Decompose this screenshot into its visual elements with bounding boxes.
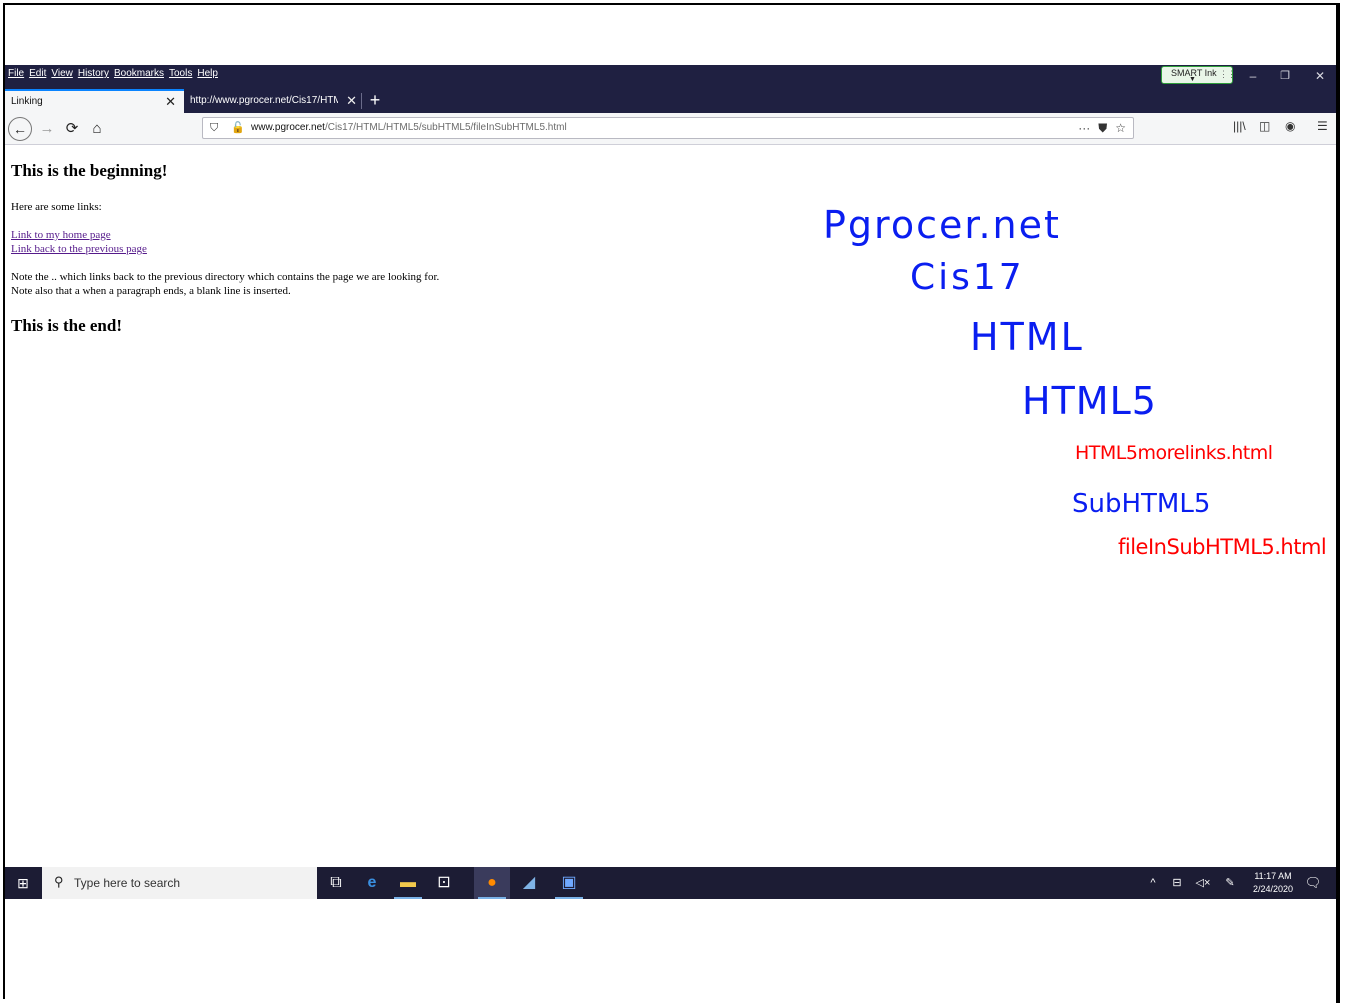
account-icon[interactable]: ◉ [1285,119,1295,133]
menu-view[interactable]: View [51,67,78,81]
close-tab-icon[interactable]: ✕ [165,91,176,113]
bookmark-star-icon[interactable]: ☆ [1115,118,1126,138]
frame-right-edge [1336,3,1340,1003]
ink-annotation-site: Pgrocer.net [823,203,1061,247]
smart-ink-toolbar[interactable]: SMART Ink ▼ ⋮⋮ [1161,66,1236,84]
search-placeholder: Type here to search [74,876,181,890]
home-icon[interactable]: ⌂ [86,118,108,140]
network-icon[interactable]: ⊟ [1166,867,1188,899]
ink-annotation-folder-html5: HTML5 [1022,379,1157,423]
tracking-shield-icon[interactable]: ⛉ [210,118,218,138]
chevron-up-icon[interactable]: ^ [1144,867,1162,899]
restore-button[interactable]: ❐ [1275,68,1295,84]
back-arrow-icon[interactable]: ← [8,117,32,141]
menu-file[interactable]: File [8,67,29,81]
taskbar-search-box[interactable]: ⚲ Type here to search [42,867,317,899]
close-window-button[interactable]: ✕ [1310,68,1330,84]
search-icon: ⚲ [54,874,64,889]
volume-icon[interactable]: ◁× [1192,867,1214,899]
forward-arrow-icon[interactable]: → [36,118,58,140]
menu-bookmarks[interactable]: Bookmarks [114,67,169,81]
address-bar[interactable]: ⛉ 🔓 www.pgrocer.net/Cis17/HTML/HTML5/sub… [202,117,1134,139]
note-line-1: Note the .. which links back to the prev… [11,271,440,283]
heading-beginning: This is the beginning! [11,161,168,180]
insecure-lock-icon[interactable]: 🔓 [231,118,245,138]
previous-page-link[interactable]: Link back to the previous page [11,243,147,255]
ink-annotation-file-insub: fileInSubHTML5.html [1118,535,1327,559]
sidebar-icon[interactable]: ◫ [1259,119,1270,133]
tab-linking[interactable]: Linking ✕ [5,89,184,113]
intro-text: Here are some links: [11,201,102,213]
firefox-window: File Edit View History Bookmarks Tools H… [5,65,1336,867]
notifications-icon[interactable]: 🗨 [1301,867,1325,899]
page-content: This is the beginning! Here are some lin… [5,145,1336,867]
windows-start-icon[interactable]: ⊞ [5,867,41,899]
store-icon[interactable]: ⊡ [426,867,462,899]
tab-strip: Linking ✕ http://www.pgrocer.net/Cis17/H… [5,89,1336,113]
clock-date: 2/24/2020 [1252,884,1294,894]
minimize-button[interactable]: – [1243,68,1263,84]
tab-divider [361,93,362,109]
navigation-toolbar: ← → ⟳ ⌂ ⛉ 🔓 www.pgrocer.net/Cis17/HTML/H… [5,113,1336,145]
smart-ink-app-icon[interactable]: ▣ [551,867,587,899]
close-tab-icon[interactable]: ✕ [346,89,357,113]
grip-icon[interactable]: ⋮⋮ [1219,69,1236,80]
windows-taskbar: ⊞ ⚲ Type here to search ⧉ e ▬ ⊡ ● ◢ ▣ ^ … [5,867,1336,899]
menu-history[interactable]: History [78,67,114,81]
reload-icon[interactable]: ⟳ [61,118,83,140]
home-page-link[interactable]: Link to my home page [11,229,111,241]
menu-bar: File Edit View History Bookmarks Tools H… [5,65,1336,89]
page-actions-icon[interactable]: ··· [1078,118,1090,138]
file-explorer-icon[interactable]: ▬ [390,867,426,899]
ink-annotation-file-morelinks: HTML5morelinks.html [1075,442,1273,464]
task-view-icon[interactable]: ⧉ [318,867,354,899]
hamburger-menu-icon[interactable]: ☰ [1317,119,1328,133]
firefox-icon[interactable]: ● [474,867,510,899]
menu-help[interactable]: Help [197,67,223,81]
note-line-2: Note also that a when a paragraph ends, … [11,285,291,297]
pocket-icon[interactable]: ⛊ [1098,118,1107,138]
menu-edit[interactable]: Edit [29,67,51,81]
ink-annotation-folder-cis17: Cis17 [910,257,1025,298]
smart-notebook-icon[interactable]: ◢ [511,867,547,899]
tab-pgrocer[interactable]: http://www.pgrocer.net/Cis17/HTM ✕ [185,89,361,113]
ink-annotation-folder-subhtml5: SubHTML5 [1072,489,1211,519]
heading-end: This is the end! [11,316,122,335]
tab-title: Linking [11,96,43,107]
system-clock[interactable]: 11:17 AM 2/24/2020 [1249,870,1297,896]
pen-icon[interactable]: ✎ [1219,867,1241,899]
tab-title: http://www.pgrocer.net/Cis17/HTM [190,95,338,106]
library-icon[interactable]: |||\ [1233,119,1246,133]
url-text[interactable]: www.pgrocer.net/Cis17/HTML/HTML5/subHTML… [251,118,567,138]
chevron-down-icon: ▼ [1189,76,1196,83]
menu-tools[interactable]: Tools [169,67,197,81]
ink-annotation-folder-html: HTML [970,315,1084,359]
clock-time: 11:17 AM [1254,871,1292,881]
edge-browser-icon[interactable]: e [354,867,390,899]
new-tab-button[interactable]: + [367,89,383,113]
